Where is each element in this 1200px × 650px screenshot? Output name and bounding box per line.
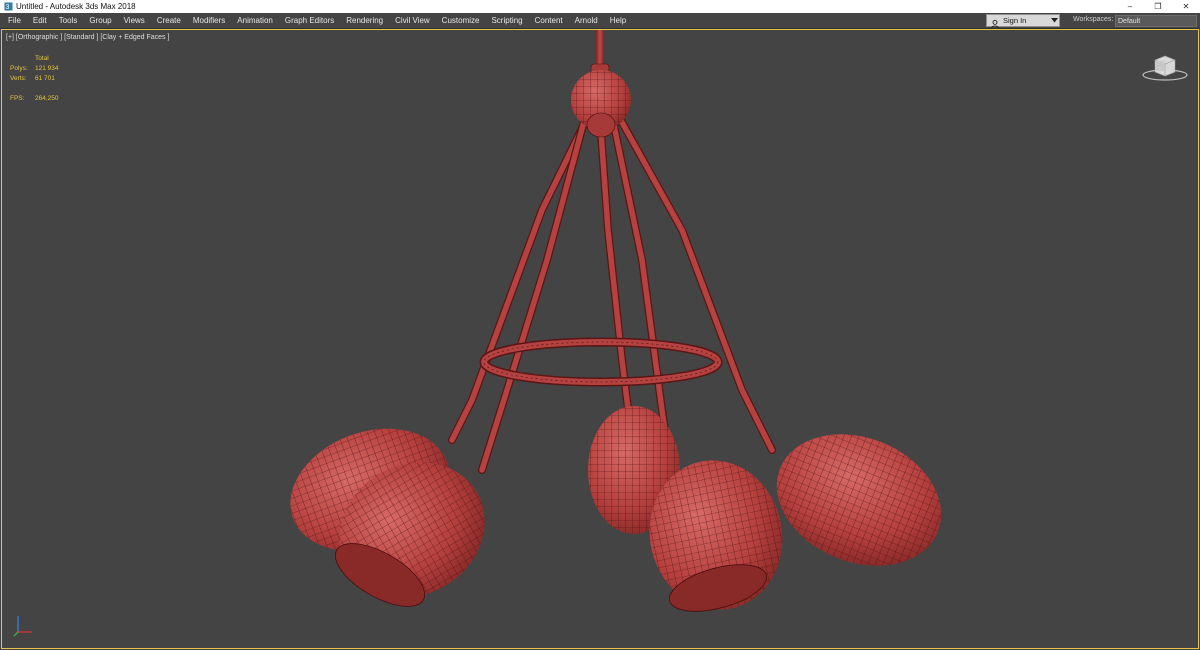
lamp-shade-3 — [776, 434, 942, 566]
chandelier-model[interactable] — [2, 30, 1198, 648]
workspaces-select[interactable]: Default — [1115, 15, 1197, 27]
title-bar: 3 Untitled - Autodesk 3ds Max 2018 – ❐ ✕ — [0, 0, 1200, 13]
menu-item-animation[interactable]: Animation — [231, 13, 279, 28]
svg-text:3: 3 — [5, 4, 9, 11]
app-window: 3 Untitled - Autodesk 3ds Max 2018 – ❐ ✕… — [0, 0, 1200, 650]
sign-in-label: Sign In — [1003, 16, 1027, 25]
menu-item-group[interactable]: Group — [83, 13, 117, 28]
workspaces-value: Default — [1118, 18, 1141, 25]
workspaces-label: Workspaces: — [1073, 16, 1114, 23]
window-title: Untitled - Autodesk 3ds Max 2018 — [16, 2, 136, 11]
menu-item-tools[interactable]: Tools — [53, 13, 84, 28]
restore-button[interactable]: ❐ — [1144, 0, 1172, 13]
viewcube[interactable] — [1140, 50, 1190, 84]
menu-item-views[interactable]: Views — [118, 13, 151, 28]
menu-item-civil-view[interactable]: Civil View — [389, 13, 436, 28]
menu-item-graph-editors[interactable]: Graph Editors — [279, 13, 340, 28]
window-controls: – ❐ ✕ — [1116, 0, 1200, 13]
chevron-down-icon — [1049, 16, 1059, 26]
menu-item-scripting[interactable]: Scripting — [485, 13, 528, 28]
close-button[interactable]: ✕ — [1172, 0, 1200, 13]
perspective-viewport[interactable]: [+] [Orthographic ] [Standard ] [Clay + … — [1, 29, 1199, 649]
menu-item-customize[interactable]: Customize — [436, 13, 486, 28]
menu-item-file[interactable]: File — [2, 13, 27, 28]
menu-item-arnold[interactable]: Arnold — [569, 13, 604, 28]
axis-tripod-icon — [13, 616, 32, 637]
menu-item-rendering[interactable]: Rendering — [340, 13, 389, 28]
menu-item-edit[interactable]: Edit — [27, 13, 53, 28]
menu-item-help[interactable]: Help — [604, 13, 632, 28]
3ds-max-app-icon[interactable]: 3 — [3, 2, 13, 12]
menu-items: File Edit Tools Group Views Create Modifiers An… — [0, 13, 632, 28]
ceiling-stem — [590, 30, 610, 75]
menu-item-create[interactable]: Create — [151, 13, 187, 28]
menu-item-content[interactable]: Content — [529, 13, 569, 28]
sign-in-dropdown[interactable]: Sign In — [986, 14, 1060, 28]
user-icon — [990, 16, 1000, 28]
minimize-button[interactable]: – — [1116, 0, 1144, 13]
menu-item-modifiers[interactable]: Modifiers — [187, 13, 231, 28]
